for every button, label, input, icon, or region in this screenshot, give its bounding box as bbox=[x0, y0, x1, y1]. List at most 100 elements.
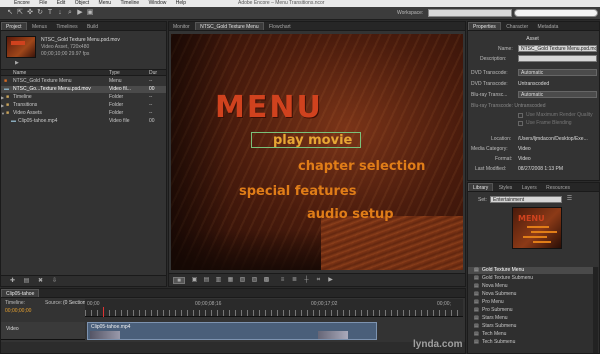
location-value: /Users/ljmdacon/Desktop/Exe... bbox=[518, 136, 588, 142]
name-field[interactable]: NTSC_Gold Texture Menu.psd.mov bbox=[518, 45, 597, 52]
distribute-icon[interactable]: ≣ bbox=[291, 277, 298, 284]
edit-in-photoshop-icon[interactable]: ▣ bbox=[86, 9, 94, 17]
show-buttons-icon[interactable]: ▥ bbox=[215, 277, 222, 284]
special-features-button[interactable]: special features bbox=[239, 184, 356, 199]
move-tool-icon[interactable]: ✜ bbox=[26, 9, 34, 17]
selection-tool-icon[interactable]: ↖ bbox=[6, 9, 14, 17]
list-item[interactable]: ▼ ■ Video Assets Folder -- bbox=[1, 110, 166, 117]
tab-project[interactable]: Project bbox=[1, 22, 27, 30]
bluray-transcode-status: Blu-ray Transcode: Untranscoded bbox=[471, 103, 546, 109]
menu-object[interactable]: Object bbox=[75, 0, 89, 7]
list-item[interactable]: ▤ Pro Submenu bbox=[468, 307, 593, 314]
disclosure-right-icon[interactable]: ▶ bbox=[1, 102, 4, 109]
list-item[interactable]: ▶ ■ Timeline Folder -- bbox=[1, 94, 166, 101]
grid-icon[interactable]: ⌗ bbox=[315, 277, 322, 284]
list-item[interactable]: ▤ Tech Submenu bbox=[468, 339, 593, 346]
video-file-icon: ▬ bbox=[4, 86, 9, 92]
tab-menu-editor[interactable]: NTSC_Gold Texture Menu bbox=[195, 22, 264, 30]
tab-library[interactable]: Library bbox=[468, 183, 494, 191]
disclosure-right-icon[interactable]: ▶ bbox=[1, 94, 4, 101]
asset-name: NTSC_Gold Texture Menu.psd.mov bbox=[41, 37, 120, 43]
menu-timeline[interactable]: Timeline bbox=[120, 0, 139, 7]
playhead[interactable] bbox=[103, 307, 104, 317]
safe-area-icon[interactable]: ▣ bbox=[191, 277, 198, 284]
tab-timelines[interactable]: Timelines bbox=[52, 23, 81, 30]
subpicture-icon[interactable]: ▦ bbox=[227, 277, 234, 284]
dvd-transcode-select[interactable]: Automatic bbox=[518, 69, 597, 76]
play-preview-icon[interactable]: ▶ bbox=[15, 60, 19, 66]
activated-state-icon[interactable]: ▩ bbox=[263, 277, 270, 284]
menu-window[interactable]: Window bbox=[149, 0, 167, 7]
tab-styles[interactable]: Styles bbox=[495, 184, 517, 191]
bluray-transcode-select[interactable]: Automatic bbox=[518, 91, 597, 98]
tab-properties[interactable]: Properties bbox=[468, 22, 501, 30]
column-type[interactable]: Type bbox=[109, 70, 120, 76]
show-routing-icon[interactable]: ▤ bbox=[203, 277, 210, 284]
tab-layers[interactable]: Layers bbox=[518, 184, 541, 191]
disclosure-down-icon[interactable]: ▼ bbox=[1, 110, 5, 117]
column-duration[interactable]: Dur bbox=[149, 70, 157, 76]
menu-help[interactable]: Help bbox=[176, 0, 186, 7]
frame-blending-checkbox[interactable] bbox=[518, 121, 523, 126]
tab-metadata[interactable]: Metadata bbox=[534, 23, 563, 30]
import-icon[interactable]: ⇩ bbox=[51, 278, 58, 285]
list-item[interactable]: ▤ Gold Texture Submenu bbox=[468, 275, 593, 282]
rotate-tool-icon[interactable]: ↻ bbox=[36, 9, 44, 17]
time-ruler[interactable]: 00;00 00;00;08;16 00;00;17;02 00;00; bbox=[85, 299, 463, 317]
tab-menus[interactable]: Menus bbox=[28, 23, 51, 30]
list-item[interactable]: ▶ ■ Transitions Folder -- bbox=[1, 102, 166, 109]
tab-build[interactable]: Build bbox=[83, 23, 102, 30]
workspace-select[interactable] bbox=[428, 9, 512, 17]
tab-timeline-clip[interactable]: Clip05-tahoe bbox=[1, 289, 40, 297]
video-clip[interactable]: Clip05-tahoe.mp4 bbox=[87, 322, 377, 340]
max-render-label: Use Maximum Render Quality bbox=[526, 112, 593, 118]
text-tool-icon[interactable]: T bbox=[46, 9, 54, 17]
tab-monitor[interactable]: Monitor bbox=[169, 23, 194, 30]
zoom-tool-icon[interactable]: ⌕ bbox=[66, 9, 74, 17]
tab-character[interactable]: Character bbox=[502, 23, 532, 30]
direct-select-tool-icon[interactable]: ⇱ bbox=[16, 9, 24, 17]
menu-edit[interactable]: Edit bbox=[57, 0, 66, 7]
list-item[interactable]: ■ NTSC_Gold Texture Menu Menu -- bbox=[1, 78, 166, 85]
description-field[interactable] bbox=[518, 55, 597, 62]
menu-canvas[interactable]: MENU play movie chapter selection specia… bbox=[171, 34, 463, 270]
audio-setup-button[interactable]: audio setup bbox=[307, 207, 394, 222]
menu-file[interactable]: File bbox=[39, 0, 47, 7]
list-item[interactable]: ▬ Clip05-tahoe.mp4 Video file 00 bbox=[1, 118, 166, 125]
column-name[interactable]: Name bbox=[13, 70, 26, 76]
list-item[interactable]: ▤ Stars Submenu bbox=[468, 323, 593, 330]
list-item[interactable]: ▤ Tech Menu bbox=[468, 331, 593, 338]
tab-flowchart[interactable]: Flowchart bbox=[265, 23, 295, 30]
folder-new-icon[interactable]: ▤ bbox=[23, 278, 30, 285]
max-render-checkbox[interactable] bbox=[518, 113, 523, 118]
list-item[interactable]: ▤ Stars Menu bbox=[468, 315, 593, 322]
ruler-label: 00;00;17;02 bbox=[311, 301, 338, 307]
list-item[interactable]: ▤ Nova Menu bbox=[468, 283, 593, 290]
play-movie-button[interactable]: play movie bbox=[273, 133, 352, 148]
timeline-label: Timeline: bbox=[5, 300, 26, 306]
trash-icon[interactable]: ✖ bbox=[37, 278, 44, 285]
preview-menu-icon[interactable]: ▶ bbox=[327, 277, 334, 284]
zoom-select[interactable]: ■ bbox=[173, 277, 185, 284]
list-item[interactable]: ▤ Pro Menu bbox=[468, 299, 593, 306]
current-timecode[interactable]: 00;00;00;00 bbox=[5, 308, 31, 314]
library-menu-icon[interactable]: ☰ bbox=[566, 196, 573, 203]
tab-resources[interactable]: Resources bbox=[542, 184, 574, 191]
set-select[interactable]: Entertainment bbox=[490, 196, 562, 203]
search-field[interactable] bbox=[514, 9, 598, 17]
menu-menu[interactable]: Menu bbox=[99, 0, 112, 7]
list-item[interactable]: ▬ NTSC_Go...Texture Menu.psd.mov Video f… bbox=[1, 86, 166, 93]
chapter-selection-button[interactable]: chapter selection bbox=[298, 159, 425, 174]
list-item[interactable]: ▤ Nova Submenu bbox=[468, 291, 593, 298]
guides-icon[interactable]: ┼ bbox=[303, 277, 310, 284]
selected-state-icon[interactable]: ▨ bbox=[251, 277, 258, 284]
list-item[interactable]: ▤ Gold Texture Menu bbox=[468, 267, 593, 274]
library-scrollbar[interactable] bbox=[593, 267, 598, 353]
preview-icon[interactable]: ▶ bbox=[76, 9, 84, 17]
new-item-icon[interactable]: ✚ bbox=[9, 278, 16, 285]
align-icon[interactable]: ≡ bbox=[279, 277, 286, 284]
menu-encore[interactable]: Encore bbox=[14, 0, 30, 7]
normal-state-icon[interactable]: ▧ bbox=[239, 277, 246, 284]
vertical-text-tool-icon[interactable]: ↓ bbox=[56, 9, 64, 17]
preview-line bbox=[531, 231, 557, 233]
